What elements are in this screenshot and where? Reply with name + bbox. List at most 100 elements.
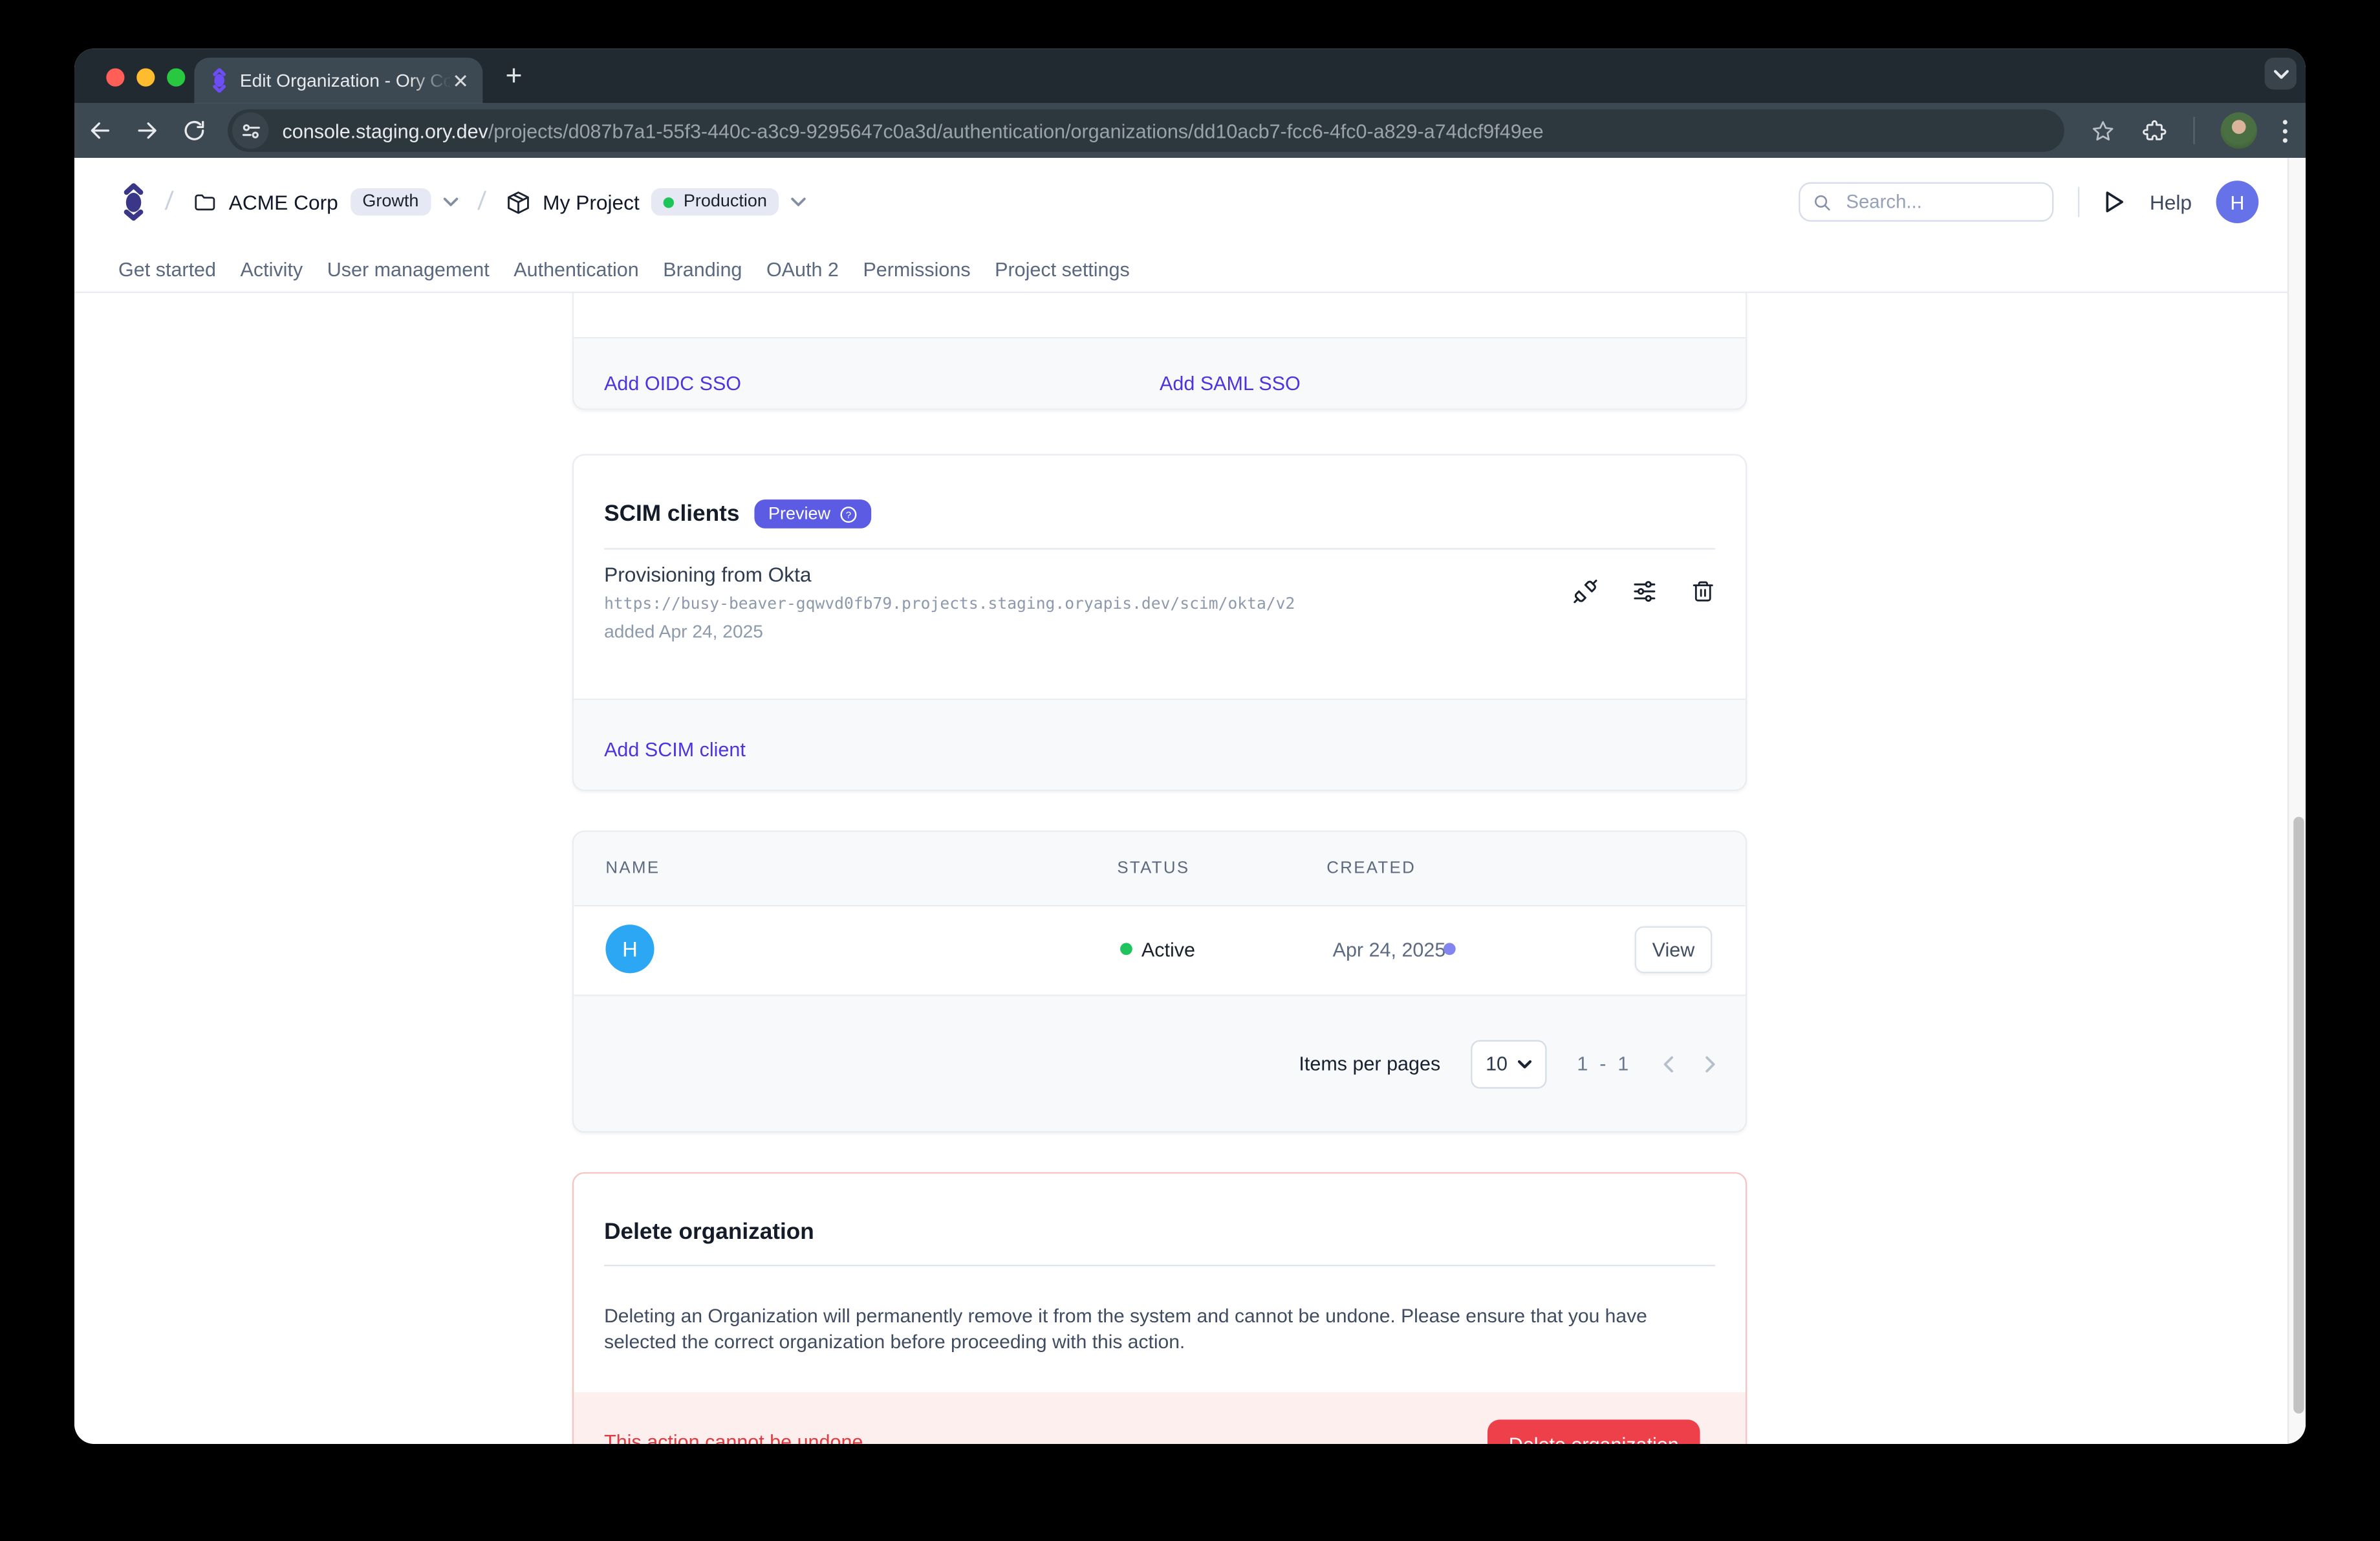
project-name: My Project — [543, 191, 640, 213]
package-icon — [505, 189, 531, 215]
chevron-down-icon — [1518, 1059, 1531, 1068]
workspace-switcher[interactable]: ACME Corp Growth — [192, 188, 458, 215]
minimize-window-button[interactable] — [136, 69, 155, 87]
sso-card: Add OIDC SSO Add SAML SSO — [572, 293, 1747, 410]
status-text: Active — [1141, 938, 1195, 961]
nav-user-management[interactable]: User management — [327, 257, 490, 280]
run-play-icon[interactable] — [2104, 190, 2125, 214]
scrollbar-track[interactable] — [2288, 158, 2306, 1444]
nav-get-started[interactable]: Get started — [118, 257, 216, 280]
chevron-down-icon — [443, 197, 458, 206]
help-circle-icon: ? — [839, 505, 858, 523]
scim-client-name: Provisioning from Okta — [604, 563, 1295, 586]
add-scim-client-link[interactable]: Add SCIM client — [604, 738, 746, 761]
column-created: CREATED — [1326, 859, 1416, 877]
danger-card-title: Delete organization — [604, 1219, 814, 1245]
view-button[interactable]: View — [1635, 926, 1713, 974]
new-tab-button[interactable]: + — [506, 61, 523, 94]
pagination: Items per pages 10 1 - 1 — [1299, 996, 1716, 1131]
console-page: / ACME Corp Growth / My Project Producti… — [74, 158, 2306, 1444]
screenshot-stage: Edit Organization - Ory Conso ✕ + — [0, 0, 2380, 1541]
nav-project-settings[interactable]: Project settings — [995, 257, 1130, 280]
scrollbar-thumb[interactable] — [2293, 817, 2304, 1414]
zoom-window-button[interactable] — [167, 69, 185, 87]
browser-toolbar: console.staging.ory.dev/projects/d087b7a… — [74, 104, 2306, 158]
project-switcher[interactable]: My Project Production — [505, 188, 806, 215]
nav-oauth2[interactable]: OAuth 2 — [766, 257, 839, 280]
project-nav: Get started Activity User management Aut… — [118, 246, 1130, 291]
danger-divider — [604, 1265, 1715, 1266]
column-status: STATUS — [1117, 859, 1189, 877]
scim-client-added: added Apr 24, 2025 — [604, 621, 1295, 642]
organizations-table-card: NAME STATUS CREATED H Active Apr 24, 202… — [572, 831, 1747, 1133]
tab-title: Edit Organization - Ory Conso — [240, 70, 449, 91]
scim-clients-card: SCIM clients Preview ? Provisioning from… — [572, 454, 1747, 791]
chevron-down-icon — [2273, 69, 2288, 78]
delete-trash-icon[interactable] — [1691, 578, 1715, 604]
environment-status-dot — [664, 197, 674, 207]
add-saml-sso-link[interactable]: Add SAML SSO — [1160, 372, 1301, 395]
table-footer: Items per pages 10 1 - 1 — [574, 994, 1746, 1131]
workspace-plan-badge: Growth — [351, 188, 431, 215]
page-size-select[interactable]: 10 — [1471, 1039, 1546, 1087]
delete-organization-button[interactable]: Delete organization — [1488, 1419, 1700, 1444]
folder-icon — [192, 190, 217, 214]
url-text: console.staging.ory.dev/projects/d087b7a… — [283, 119, 1544, 142]
danger-warning-text: This action cannot be undone. — [604, 1430, 869, 1444]
tab-strip: Edit Organization - Ory Conso ✕ + — [74, 49, 2306, 103]
danger-description: Deleting an Organization will permanentl… — [604, 1304, 1694, 1354]
ory-logo[interactable] — [122, 182, 146, 222]
search-box[interactable] — [1799, 182, 2054, 222]
tab-search-button[interactable] — [2265, 58, 2297, 89]
scim-client-row: Provisioning from Okta https://busy-beav… — [604, 563, 1295, 642]
breadcrumb-separator: / — [164, 187, 174, 217]
workspace-name: ACME Corp — [229, 191, 338, 213]
nav-activity[interactable]: Activity — [241, 257, 303, 280]
nav-authentication[interactable]: Authentication — [514, 257, 638, 280]
search-input[interactable] — [1843, 190, 2017, 214]
page-range: 1 - 1 — [1577, 1052, 1632, 1075]
browser-menu-icon[interactable] — [2283, 119, 2288, 142]
url-bar[interactable]: console.staging.ory.dev/projects/d087b7a… — [228, 109, 2064, 152]
table-header: NAME STATUS CREATED — [574, 832, 1746, 906]
browser-window: Edit Organization - Ory Conso ✕ + — [74, 49, 2306, 1444]
items-per-page-label: Items per pages — [1299, 1052, 1440, 1075]
breadcrumb: / ACME Corp Growth / My Project Producti… — [122, 158, 806, 246]
tab-close-icon[interactable]: ✕ — [452, 71, 469, 91]
help-link[interactable]: Help — [2150, 191, 2192, 213]
column-name: NAME — [605, 859, 660, 877]
add-oidc-sso-link[interactable]: Add OIDC SSO — [604, 372, 741, 395]
test-connection-plug-icon[interactable] — [1572, 578, 1598, 604]
danger-footer: This action cannot be undone. Delete org… — [574, 1392, 1746, 1444]
browser-profile-avatar[interactable] — [2221, 113, 2257, 149]
scim-client-url: https://busy-beaver-gqwvd0fb79.projects.… — [604, 595, 1295, 613]
created-text: Apr 24, 2025 — [1333, 938, 1446, 961]
sso-card-footer: Add OIDC SSO Add SAML SSO — [574, 337, 1746, 408]
tab-favicon-ory-icon — [211, 69, 228, 93]
browser-tab[interactable]: Edit Organization - Ory Conso ✕ — [194, 58, 482, 103]
preview-badge[interactable]: Preview ? — [755, 499, 871, 529]
environment-badge: Production — [652, 188, 779, 215]
header-divider — [2079, 187, 2080, 217]
delete-organization-card: Delete organization Deleting an Organiza… — [572, 1172, 1747, 1444]
forward-button[interactable] — [135, 118, 160, 143]
close-window-button[interactable] — [106, 69, 124, 87]
previous-page-chevron-icon[interactable] — [1662, 1055, 1674, 1073]
svg-text:?: ? — [846, 509, 851, 520]
scim-card-title: SCIM clients — [604, 501, 739, 527]
nav-permissions[interactable]: Permissions — [863, 257, 970, 280]
back-button[interactable] — [88, 118, 113, 143]
reload-button[interactable] — [182, 118, 207, 143]
next-page-chevron-icon[interactable] — [1705, 1055, 1717, 1073]
scim-divider — [604, 548, 1715, 549]
extensions-puzzle-icon[interactable] — [2142, 118, 2168, 144]
scim-card-footer: Add SCIM client — [574, 699, 1746, 790]
configure-sliders-icon[interactable] — [1632, 578, 1658, 604]
breadcrumb-separator: / — [476, 187, 486, 217]
bookmark-star-icon[interactable] — [2090, 118, 2116, 144]
site-settings-icon[interactable] — [232, 113, 268, 149]
toolbar-divider — [2193, 117, 2194, 144]
row-avatar: H — [605, 924, 654, 973]
user-avatar[interactable]: H — [2216, 180, 2259, 223]
nav-branding[interactable]: Branding — [663, 257, 742, 280]
